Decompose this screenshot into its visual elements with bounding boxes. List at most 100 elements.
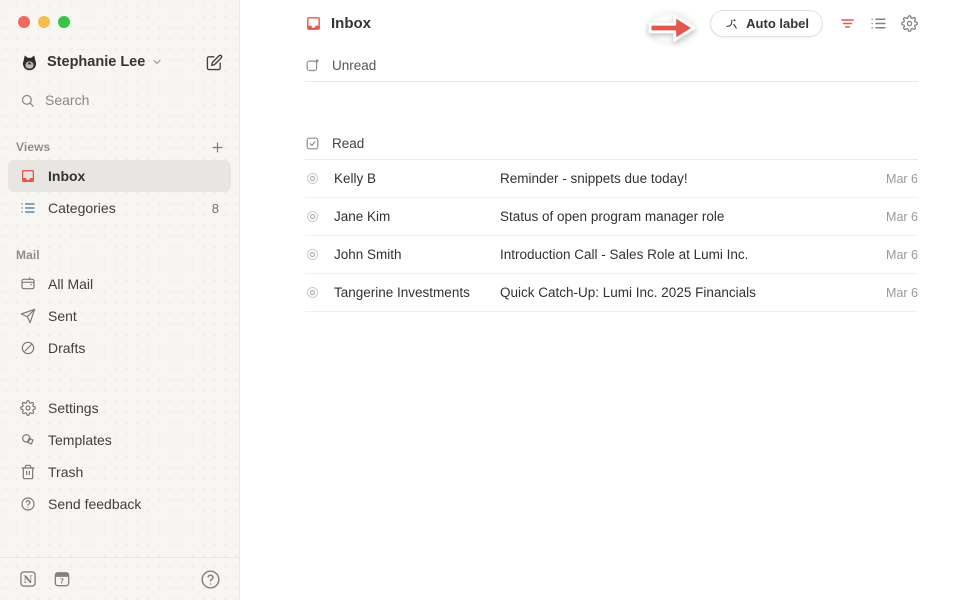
account-switcher[interactable]: Stephanie Lee xyxy=(0,48,239,76)
templates-shapes-icon xyxy=(20,432,36,448)
views-section-header: Views xyxy=(0,138,239,156)
sidebar-item-label: All Mail xyxy=(48,276,93,292)
auto-label-wand-icon xyxy=(724,16,739,31)
add-view-button[interactable] xyxy=(210,140,225,155)
sidebar: Stephanie Lee Search Views xyxy=(0,0,240,600)
read-status-icon xyxy=(305,209,320,224)
trash-icon xyxy=(20,464,36,480)
mail-items: All Mail Sent Drafts xyxy=(0,264,239,364)
auto-label-button[interactable]: Auto label xyxy=(710,10,823,37)
views-items: Inbox Categories 8 xyxy=(0,156,239,224)
page-title: Inbox xyxy=(331,15,371,32)
email-sender: Kelly B xyxy=(334,171,500,186)
search-placeholder: Search xyxy=(45,92,89,108)
sidebar-item-label: Categories xyxy=(48,200,116,216)
sidebar-item-trash[interactable]: Trash xyxy=(8,456,231,488)
minimize-window-button[interactable] xyxy=(38,16,50,28)
sidebar-item-label: Inbox xyxy=(48,168,85,184)
header-icon-group xyxy=(839,15,918,32)
sidebar-item-send-feedback[interactable]: Send feedback xyxy=(8,488,231,520)
question-circle-icon xyxy=(20,496,36,512)
views-section-label: Views xyxy=(16,140,50,154)
sidebar-item-label: Drafts xyxy=(48,340,85,356)
close-window-button[interactable] xyxy=(18,16,30,28)
gear-icon xyxy=(20,400,36,416)
help-icon xyxy=(200,569,221,590)
filter-button[interactable] xyxy=(839,15,856,32)
sidebar-item-categories[interactable]: Categories 8 xyxy=(8,192,231,224)
email-sender: John Smith xyxy=(334,247,500,262)
mail-section-header: Mail xyxy=(0,246,239,264)
sidebar-item-drafts[interactable]: Drafts xyxy=(8,332,231,364)
search-icon xyxy=(20,93,35,108)
sidebar-item-label: Trash xyxy=(48,464,83,480)
profile-name: Stephanie Lee xyxy=(47,54,145,70)
all-mail-icon xyxy=(20,276,36,292)
sidebar-item-label: Sent xyxy=(48,308,77,324)
calendar-app-button[interactable]: 7 xyxy=(52,569,72,589)
categories-list-icon xyxy=(20,200,36,216)
sent-paper-plane-icon xyxy=(20,308,36,324)
email-date: Mar 6 xyxy=(886,210,918,224)
sidebar-item-label: Templates xyxy=(48,432,112,448)
calendar-icon: 7 xyxy=(52,569,72,589)
drafts-icon xyxy=(20,340,36,356)
mark-unread-icon xyxy=(305,58,320,73)
email-sender: Tangerine Investments xyxy=(334,285,500,300)
compose-button[interactable] xyxy=(206,54,223,71)
email-date: Mar 6 xyxy=(886,172,918,186)
help-button[interactable] xyxy=(200,569,221,590)
sidebar-footer: N 7 xyxy=(0,557,239,600)
email-sender: Jane Kim xyxy=(334,209,500,224)
inbox-panel: Inbox Auto label xyxy=(240,0,960,600)
read-section-label: Read xyxy=(332,136,364,151)
utility-items: Settings Templates Trash Send feedback xyxy=(0,392,239,520)
unread-section-label: Unread xyxy=(332,58,376,73)
header-toolbar: Auto label xyxy=(642,0,918,48)
sidebar-item-all-mail[interactable]: All Mail xyxy=(8,268,231,300)
unread-section-header[interactable]: Unread xyxy=(305,50,918,82)
email-subject: Reminder - snippets due today! xyxy=(500,171,874,186)
read-status-icon xyxy=(305,247,320,262)
list-view-button[interactable] xyxy=(870,15,887,32)
inbox-settings-button[interactable] xyxy=(901,15,918,32)
zoom-window-button[interactable] xyxy=(58,16,70,28)
mail-section-label: Mail xyxy=(16,248,40,262)
email-row[interactable]: Kelly B Reminder - snippets due today! M… xyxy=(305,160,918,198)
compose-icon xyxy=(206,54,223,71)
list-view-icon xyxy=(870,15,887,32)
svg-text:N: N xyxy=(23,575,32,586)
svg-text:7: 7 xyxy=(60,578,64,586)
filter-icon xyxy=(839,15,856,32)
read-status-icon xyxy=(305,171,320,186)
avatar xyxy=(20,53,39,72)
plus-icon xyxy=(210,140,225,155)
email-subject: Introduction Call - Sales Role at Lumi I… xyxy=(500,247,874,262)
sidebar-item-label: Send feedback xyxy=(48,496,141,512)
sidebar-item-settings[interactable]: Settings xyxy=(8,392,231,424)
email-subject: Quick Catch-Up: Lumi Inc. 2025 Financial… xyxy=(500,285,874,300)
window-controls xyxy=(0,0,239,28)
checkbox-checked-icon xyxy=(305,136,320,151)
inbox-header: Inbox Auto label xyxy=(305,0,918,38)
search-input[interactable]: Search xyxy=(0,86,239,114)
categories-count-badge: 8 xyxy=(212,201,219,216)
gear-icon xyxy=(901,15,918,32)
email-row[interactable]: Jane Kim Status of open program manager … xyxy=(305,198,918,236)
email-date: Mar 6 xyxy=(886,248,918,262)
sidebar-item-inbox[interactable]: Inbox xyxy=(8,160,231,192)
sidebar-item-sent[interactable]: Sent xyxy=(8,300,231,332)
email-row[interactable]: Tangerine Investments Quick Catch-Up: Lu… xyxy=(305,274,918,312)
read-status-icon xyxy=(305,285,320,300)
sidebar-item-templates[interactable]: Templates xyxy=(8,424,231,456)
sidebar-item-label: Settings xyxy=(48,400,99,416)
email-row[interactable]: John Smith Introduction Call - Sales Rol… xyxy=(305,236,918,274)
read-section-header[interactable]: Read xyxy=(305,128,918,160)
email-subject: Status of open program manager role xyxy=(500,209,874,224)
inbox-icon xyxy=(20,168,36,184)
notion-logo-icon: N xyxy=(18,569,38,589)
inbox-icon xyxy=(305,15,322,32)
notion-app-button[interactable]: N xyxy=(18,569,38,589)
annotation-arrow-cursor xyxy=(642,8,700,48)
auto-label-button-label: Auto label xyxy=(746,16,809,31)
